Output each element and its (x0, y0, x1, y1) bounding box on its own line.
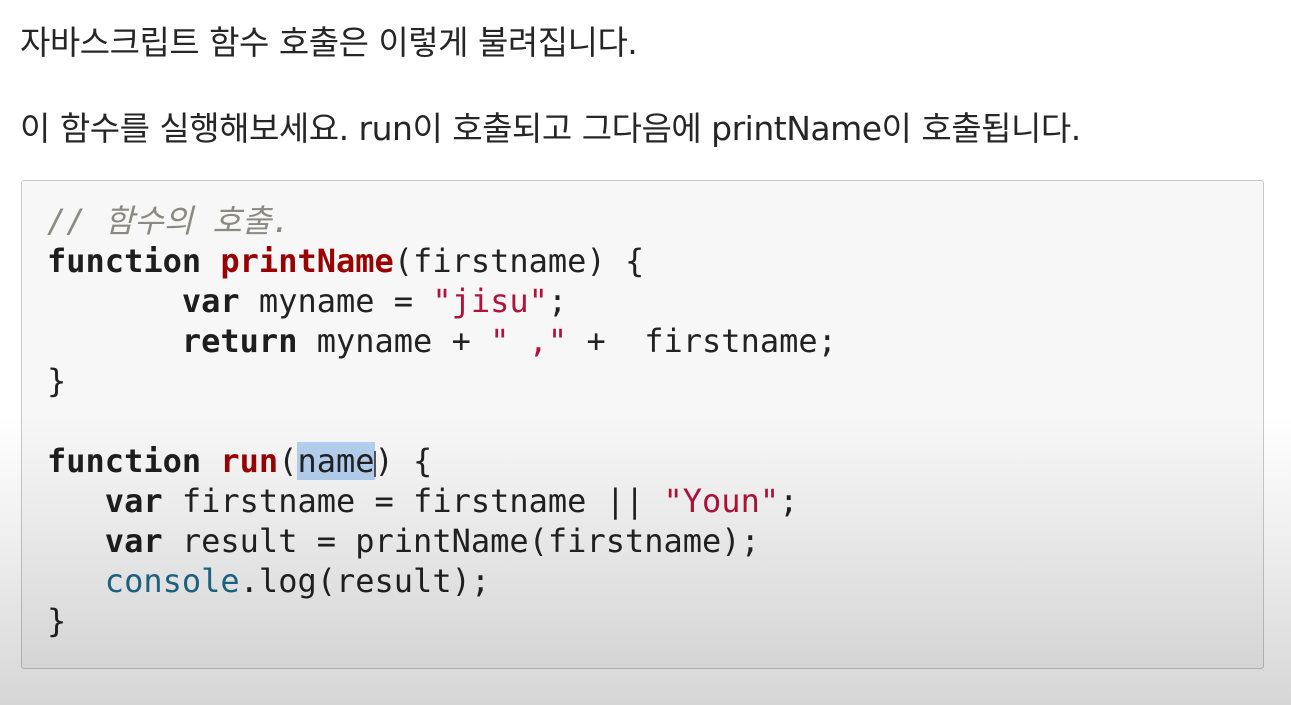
string-literal: "Youn" (663, 482, 780, 520)
builtin-console: console (104, 562, 240, 600)
code-text: ) { (374, 442, 433, 480)
code-text: .log(result); (239, 562, 491, 600)
code-text: myname + (297, 322, 491, 360)
keyword-function: function (47, 242, 202, 280)
keyword-return: return (181, 322, 298, 360)
code-comment: // 함수의 호출. (47, 202, 291, 240)
code-text: ; (547, 282, 568, 320)
code-line-3: var myname = "jisu"; (47, 281, 837, 321)
code-line-10: console.log(result); (47, 561, 837, 601)
paragraph-instruction: 이 함수를 실행해보세요. run이 호출되고 그다음에 printName이 … (20, 109, 1081, 148)
code-text: ; (779, 482, 799, 520)
code-text: + firstname; (567, 322, 837, 360)
code-line-2: function printName(firstname) { (47, 241, 837, 281)
code-line-5: } (47, 361, 837, 401)
function-name-run: run (220, 442, 279, 480)
string-literal: "jisu" (432, 282, 548, 320)
code-text: (firstname) { (393, 242, 645, 280)
code-text: } (47, 602, 67, 640)
keyword-var: var (104, 482, 163, 520)
code-line-11: } (47, 601, 837, 641)
code-line-7: function run(name) { (47, 441, 837, 481)
function-name-printname: printName (220, 242, 394, 280)
code-block[interactable]: // 함수의 호출. function printName(firstname)… (21, 180, 1264, 669)
keyword-var: var (181, 282, 240, 320)
code-line-4: return myname + " ," + firstname; (47, 321, 837, 361)
code-listing[interactable]: // 함수의 호출. function printName(firstname)… (47, 201, 837, 641)
code-line-8: var firstname = firstname || "Youn"; (47, 481, 837, 521)
code-text: result = printName(firstname); (162, 522, 760, 560)
code-text: ( (278, 442, 298, 480)
selected-text[interactable]: name (297, 442, 375, 480)
string-literal: " ," (490, 322, 568, 360)
paragraph-intro: 자바스크립트 함수 호출은 이렇게 불려집니다. (20, 23, 638, 62)
code-text: } (47, 362, 67, 400)
keyword-var: var (104, 522, 163, 560)
keyword-function: function (47, 442, 202, 480)
code-line-9: var result = printName(firstname); (47, 521, 837, 561)
code-line-1: // 함수의 호출. (47, 201, 837, 241)
code-text: firstname = firstname || (162, 482, 664, 520)
code-text: myname = (239, 282, 433, 320)
